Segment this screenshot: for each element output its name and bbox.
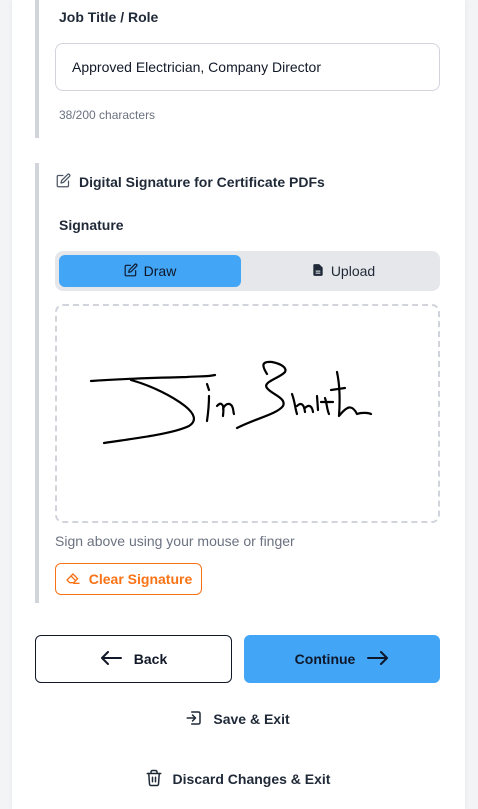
signature-heading-text: Digital Signature for Certificate PDFs	[79, 174, 325, 190]
edit-icon	[124, 263, 138, 280]
signature-heading: Digital Signature for Certificate PDFs	[56, 172, 325, 192]
upload-tab-label: Upload	[330, 263, 376, 279]
signature-mode-toggle: Draw Upload	[55, 251, 440, 291]
save-exit-label: Save & Exit	[213, 711, 290, 727]
trash-icon	[145, 769, 163, 790]
signature-pad[interactable]	[55, 304, 440, 523]
signature-label: Signature	[59, 217, 124, 233]
continue-button-label: Continue	[294, 651, 356, 667]
back-button-label: Back	[133, 651, 168, 667]
signature-hint: Sign above using your mouse or finger	[55, 533, 295, 549]
draw-tab-label: Draw	[143, 263, 177, 279]
clear-signature-label: Clear Signature	[88, 571, 193, 587]
discard-exit-button[interactable]: Discard Changes & Exit	[35, 765, 440, 793]
job-title-label: Job Title / Role	[59, 9, 159, 25]
job-title-input[interactable]	[55, 43, 440, 91]
arrow-left-icon	[100, 650, 122, 668]
discard-exit-label: Discard Changes & Exit	[172, 771, 331, 787]
eraser-icon	[65, 570, 81, 589]
upload-tab[interactable]: Upload	[250, 255, 436, 287]
exit-icon	[185, 709, 203, 730]
file-icon	[311, 263, 325, 280]
section-indicator	[35, 163, 39, 603]
section-indicator	[35, 0, 39, 138]
save-exit-button[interactable]: Save & Exit	[35, 705, 440, 733]
clear-signature-button[interactable]: Clear Signature	[55, 563, 202, 595]
edit-icon	[56, 173, 71, 191]
signature-drawing	[89, 360, 373, 445]
arrow-right-icon	[367, 650, 389, 668]
back-button[interactable]: Back	[35, 635, 232, 683]
draw-tab[interactable]: Draw	[59, 255, 241, 287]
char-count: 38/200 characters	[59, 108, 156, 122]
continue-button[interactable]: Continue	[244, 635, 440, 683]
